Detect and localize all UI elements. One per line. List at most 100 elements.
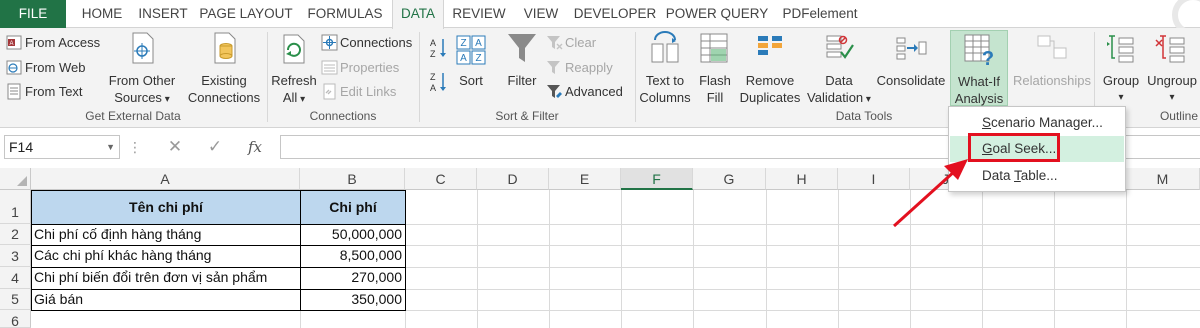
row-header-2[interactable]: 2 <box>0 224 31 245</box>
enter-check-icon[interactable]: ✓ <box>200 135 230 159</box>
gridline <box>766 190 767 328</box>
from-web-button[interactable]: From Web <box>6 57 85 79</box>
group-label-get-external-data: Get External Data <box>85 109 181 123</box>
sort-z-a-button[interactable]: ZA <box>428 70 448 94</box>
refresh-all-button[interactable]: Refresh All <box>270 30 318 108</box>
column-header-c[interactable]: C <box>405 168 477 190</box>
column-header-a[interactable]: A <box>31 168 300 190</box>
name-box[interactable]: F14 ▼ <box>4 135 120 159</box>
insert-function-icon[interactable]: fx <box>240 135 270 159</box>
consolidate-button[interactable]: Consolidate <box>874 30 948 89</box>
ribbon-tab-bar: FILE HOME INSERT PAGE LAYOUT FORMULAS DA… <box>0 0 1200 36</box>
tab-formulas[interactable]: FORMULAS <box>302 0 388 28</box>
flash-label-2: Fill <box>706 90 724 105</box>
tab-home[interactable]: HOME <box>72 0 132 28</box>
tab-power-query[interactable]: POWER QUERY <box>664 0 770 28</box>
goal-seek-highlight-box <box>968 133 1060 162</box>
row-header-3[interactable]: 3 <box>0 245 31 267</box>
existing-connections-button[interactable]: Existing Connections <box>184 30 264 106</box>
red-arrow-icon <box>892 159 968 228</box>
sort-descending-icon: ZA <box>428 70 448 94</box>
remove-duplicates-button[interactable]: Remove Duplicates <box>738 30 802 106</box>
advanced-filter-button[interactable]: Advanced <box>546 81 623 103</box>
ungroup-label: Ungroup <box>1147 73 1197 88</box>
worksheet-grid: A B C D E F G H I J K L M 1 2 3 4 5 6 Tê… <box>0 168 1200 328</box>
row-header-1[interactable]: 1 <box>0 190 31 224</box>
menu-item-text: cenario Manager... <box>991 115 1103 130</box>
menu-item-accelerator: T <box>1014 168 1021 183</box>
refresh-label-2: All <box>270 89 318 108</box>
connections-button[interactable]: Connections <box>321 32 412 54</box>
row-header-5[interactable]: 5 <box>0 289 31 310</box>
column-header-g[interactable]: G <box>693 168 766 190</box>
tab-data[interactable]: DATA <box>392 0 444 29</box>
text-to-columns-button[interactable]: Text to Columns <box>638 30 692 106</box>
chevron-down-icon[interactable]: ▼ <box>106 136 115 158</box>
gridline <box>621 190 622 328</box>
sort-ascending-icon: AZ <box>428 36 448 60</box>
clear-filter-button[interactable]: Clear <box>546 32 596 54</box>
svg-text:Z: Z <box>430 49 436 59</box>
relationships-label: Relationships <box>1012 73 1092 88</box>
data-validation-icon <box>821 30 857 68</box>
svg-text:A: A <box>475 38 482 49</box>
group-button[interactable]: Group ▾ <box>1098 30 1144 106</box>
properties-label: Properties <box>340 60 400 75</box>
access-icon: A <box>6 34 23 51</box>
row-header-6[interactable]: 6 <box>0 310 31 328</box>
filter-button[interactable]: Filter <box>502 30 542 89</box>
relationships-button[interactable]: Relationships <box>1010 30 1094 89</box>
reapply-button[interactable]: Reapply <box>546 57 613 79</box>
account-ghost-icon <box>1166 0 1200 36</box>
column-header-f[interactable]: F <box>621 168 693 190</box>
sort-button[interactable]: ZAAZ Sort <box>452 30 490 89</box>
svg-text:A: A <box>460 53 467 64</box>
flash-label-1: Flash <box>699 73 731 88</box>
row-header-4[interactable]: 4 <box>0 267 31 289</box>
from-text-button[interactable]: From Text <box>6 81 83 103</box>
from-text-label: From Text <box>25 84 83 99</box>
edit-links-button[interactable]: Edit Links <box>321 81 396 103</box>
column-header-b[interactable]: B <box>300 168 405 190</box>
tab-view[interactable]: VIEW <box>516 0 566 28</box>
ungroup-button[interactable]: Ungroup ▾ <box>1144 30 1200 106</box>
properties-button[interactable]: Properties <box>321 57 399 79</box>
from-other-sources-button[interactable]: From Other Sources <box>104 30 180 108</box>
what-if-analysis-icon: ? <box>961 31 997 70</box>
tab-developer[interactable]: DEVELOPER <box>572 0 658 28</box>
select-all-button[interactable] <box>0 168 31 190</box>
gridline <box>838 190 839 328</box>
edit-links-icon <box>321 83 338 100</box>
tab-pdfelement[interactable]: PDFelement <box>778 0 862 28</box>
table-outline <box>31 190 406 311</box>
column-header-m[interactable]: M <box>1126 168 1200 190</box>
from-access-label: From Access <box>25 35 101 50</box>
data-validation-button[interactable]: Data Validation <box>804 30 874 108</box>
globe-icon <box>6 59 23 76</box>
column-header-d[interactable]: D <box>477 168 549 190</box>
from-access-button[interactable]: A From Access <box>6 32 100 54</box>
gridline <box>549 190 550 328</box>
text-to-label-1: Text to <box>645 73 685 88</box>
tab-insert[interactable]: INSERT <box>134 0 192 28</box>
sort-a-z-button[interactable]: AZ <box>428 36 448 60</box>
tab-page-layout[interactable]: PAGE LAYOUT <box>196 0 296 28</box>
clear-label: Clear <box>565 35 597 50</box>
column-header-e[interactable]: E <box>549 168 621 190</box>
svg-text:A: A <box>9 41 13 47</box>
cancel-icon[interactable]: ✕ <box>160 135 190 159</box>
menu-item-accelerator: S <box>982 115 992 130</box>
tab-file[interactable]: FILE <box>0 0 66 28</box>
tab-review[interactable]: REVIEW <box>448 0 510 28</box>
group-dropdown-icon: ▾ <box>1118 92 1124 103</box>
svg-text:Z: Z <box>430 72 436 82</box>
flash-fill-button[interactable]: Flash Fill <box>694 30 736 106</box>
formula-bar-resize-handle[interactable]: ⋮ <box>128 137 142 157</box>
what-if-analysis-button[interactable]: ? What-If Analysis <box>950 30 1008 106</box>
connections-label: Connections <box>340 35 413 50</box>
reapply-icon <box>546 59 563 76</box>
gridline <box>693 190 694 328</box>
svg-text:A: A <box>430 83 436 93</box>
column-header-h[interactable]: H <box>766 168 838 190</box>
menu-item-text: Data <box>982 168 1015 183</box>
